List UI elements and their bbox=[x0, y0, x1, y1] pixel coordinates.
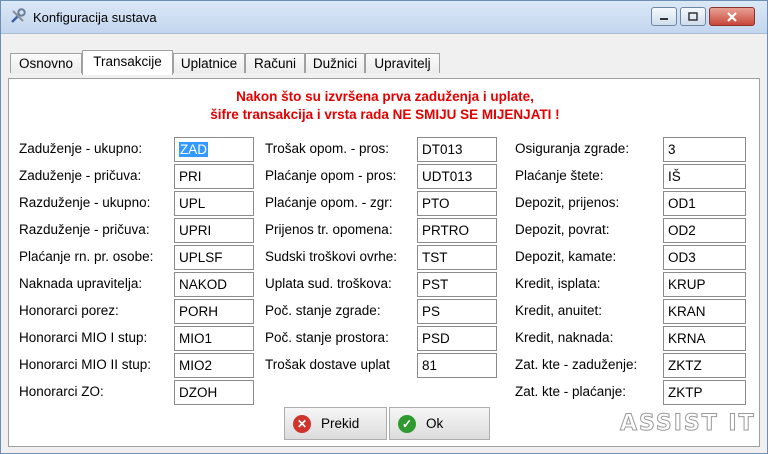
label-placanje-rn-pr-osobe: Plaćanje rn. pr. osobe: bbox=[19, 249, 154, 264]
field-honorarci-zo[interactable]: DZOH bbox=[174, 380, 254, 405]
ok-button[interactable]: ✓ Ok bbox=[389, 407, 490, 440]
field-depozit-povrat[interactable]: OD2 bbox=[663, 218, 746, 243]
field-placanje-stete[interactable]: IŠ bbox=[663, 164, 746, 189]
maximize-button[interactable] bbox=[680, 7, 706, 26]
label-honorarci-zo: Honorarci ZO: bbox=[19, 384, 104, 399]
field-naknada-upravitelja[interactable]: NAKOD bbox=[174, 272, 254, 297]
maximize-icon bbox=[688, 11, 698, 21]
label-osiguranja-zgrade: Osiguranja zgrade: bbox=[515, 141, 630, 156]
field-honorarci-porez[interactable]: PORH bbox=[174, 299, 254, 324]
label-kredit-anuitet: Kredit, anuitet: bbox=[515, 303, 603, 318]
field-kredit-naknada[interactable]: KRNA bbox=[663, 326, 746, 351]
label-naknada-upravitelja: Naknada upravitelja: bbox=[19, 276, 143, 291]
field-zat-kte-zaduzenje[interactable]: ZKTZ bbox=[663, 353, 746, 378]
field-prijenos-tr-opomena[interactable]: PRTRO bbox=[417, 218, 497, 243]
label-zaduzenje-ukupno: Zaduženje - ukupno: bbox=[19, 141, 143, 156]
title-bar[interactable]: Konfiguracija sustava bbox=[1, 1, 767, 34]
assist-it-logo: ASSIST IT bbox=[620, 411, 756, 437]
label-uplata-sud-troskova: Uplata sud. troškova: bbox=[265, 276, 392, 291]
tab-upravitelj[interactable]: Upravitelj bbox=[365, 53, 440, 73]
label-kredit-naknada: Kredit, naknada: bbox=[515, 330, 614, 345]
minimize-button[interactable] bbox=[651, 7, 677, 26]
field-osiguranja-zgrade[interactable]: 3 bbox=[663, 137, 746, 162]
config-window: Konfiguracija sustava Osnovno Transakcij… bbox=[0, 0, 768, 454]
tools-icon bbox=[11, 8, 26, 23]
warning-line-1: Nakon što su izvršena prva zaduženja i u… bbox=[236, 89, 534, 104]
label-razduzenje-pricuva: Razduženje - pričuva: bbox=[19, 222, 150, 237]
field-depozit-kamate[interactable]: OD3 bbox=[663, 245, 746, 270]
label-kredit-isplata: Kredit, isplata: bbox=[515, 276, 601, 291]
label-trosak-dostave-uplat: Trošak dostave uplat bbox=[265, 357, 390, 372]
field-zat-kte-placanje[interactable]: ZKTP bbox=[663, 380, 746, 405]
cancel-button[interactable]: ✕ Prekid bbox=[284, 407, 387, 440]
field-razduzenje-pricuva[interactable]: UPRI bbox=[174, 218, 254, 243]
field-trosak-opom-pros[interactable]: DT013 bbox=[417, 137, 497, 162]
close-button[interactable] bbox=[709, 7, 755, 26]
selected-text: ZAD bbox=[179, 142, 208, 157]
field-zaduzenje-pricuva[interactable]: PRI bbox=[174, 164, 254, 189]
field-honorarci-mio2[interactable]: MIO2 bbox=[174, 353, 254, 378]
field-zaduzenje-ukupno[interactable]: ZAD bbox=[174, 137, 254, 162]
field-trosak-dostave-uplat[interactable]: 81 bbox=[417, 353, 497, 378]
tab-osnovno[interactable]: Osnovno bbox=[10, 53, 82, 73]
tab-duznici[interactable]: Dužnici bbox=[305, 53, 365, 73]
label-sudski-troskovi-ovrhe: Sudski troškovi ovrhe: bbox=[265, 249, 398, 264]
label-honorarci-porez: Honorarci porez: bbox=[19, 303, 119, 318]
field-razduzenje-ukupno[interactable]: UPL bbox=[174, 191, 254, 216]
cancel-icon: ✕ bbox=[293, 414, 311, 433]
tab-uplatnice[interactable]: Uplatnice bbox=[173, 53, 245, 73]
window-content: Osnovno Transakcije Uplatnice Računi Duž… bbox=[8, 33, 760, 447]
field-depozit-prijenos[interactable]: OD1 bbox=[663, 191, 746, 216]
transakcije-panel: Nakon što su izvršena prva zaduženja i u… bbox=[8, 78, 760, 447]
label-poc-stanje-prostora: Poč. stanje prostora: bbox=[265, 330, 389, 345]
checkmark-icon: ✓ bbox=[398, 414, 416, 433]
field-poc-stanje-zgrade[interactable]: PS bbox=[417, 299, 497, 324]
label-zaduzenje-pricuva: Zaduženje - pričuva: bbox=[19, 168, 142, 183]
label-zat-kte-zaduzenje: Zat. kte - zaduženje: bbox=[515, 357, 638, 372]
field-placanje-opom-zgr[interactable]: PTO bbox=[417, 191, 497, 216]
field-sudski-troskovi-ovrhe[interactable]: TST bbox=[417, 245, 497, 270]
tab-racuni[interactable]: Računi bbox=[245, 53, 305, 73]
close-icon bbox=[727, 11, 737, 22]
field-poc-stanje-prostora[interactable]: PSD bbox=[417, 326, 497, 351]
label-depozit-prijenos: Depozit, prijenos: bbox=[515, 195, 620, 210]
label-honorarci-mio1: Honorarci MIO I stup: bbox=[19, 330, 148, 345]
field-kredit-anuitet[interactable]: KRAN bbox=[663, 299, 746, 324]
label-placanje-opom-pros: Plaćanje opom - pros: bbox=[265, 168, 397, 183]
minimize-icon bbox=[660, 17, 668, 20]
label-razduzenje-ukupno: Razduženje - ukupno: bbox=[19, 195, 151, 210]
label-placanje-stete: Plaćanje štete: bbox=[515, 168, 604, 183]
ok-label: Ok bbox=[426, 416, 444, 431]
field-uplata-sud-troskova[interactable]: PST bbox=[417, 272, 497, 297]
label-depozit-povrat: Depozit, povrat: bbox=[515, 222, 610, 237]
field-placanje-opom-pros[interactable]: UDT013 bbox=[417, 164, 497, 189]
label-trosak-opom-pros: Trošak opom. - pros: bbox=[265, 141, 390, 156]
tab-transakcije[interactable]: Transakcije bbox=[82, 50, 173, 75]
field-kredit-isplata[interactable]: KRUP bbox=[663, 272, 746, 297]
warning-line-2: šifre transakcija i vrsta rada NE SMIJU … bbox=[210, 107, 560, 122]
label-honorarci-mio2: Honorarci MIO II stup: bbox=[19, 357, 152, 372]
window-title: Konfiguracija sustava bbox=[33, 10, 157, 25]
label-prijenos-tr-opomena: Prijenos tr. opomena: bbox=[265, 222, 393, 237]
field-honorarci-mio1[interactable]: MIO1 bbox=[174, 326, 254, 351]
cancel-label: Prekid bbox=[321, 416, 360, 431]
label-placanje-opom-zgr: Plaćanje opom. - zgr: bbox=[265, 195, 393, 210]
label-zat-kte-placanje: Zat. kte - plaćanje: bbox=[515, 384, 627, 399]
field-placanje-rn-pr-osobe[interactable]: UPLSF bbox=[174, 245, 254, 270]
label-poc-stanje-zgrade: Poč. stanje zgrade: bbox=[265, 303, 381, 318]
label-depozit-kamate: Depozit, kamate: bbox=[515, 249, 617, 264]
